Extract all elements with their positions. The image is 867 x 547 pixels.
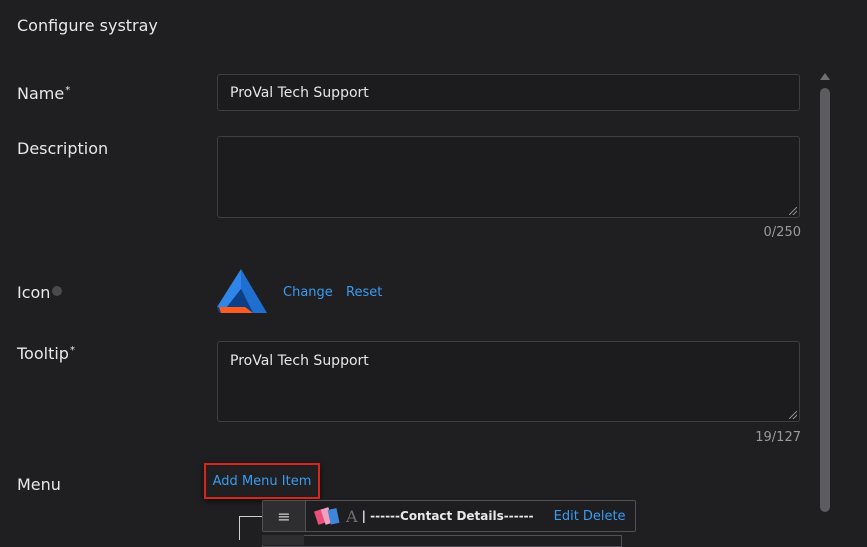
icon-change-link[interactable]: Change — [283, 285, 333, 300]
scrollbar[interactable] — [820, 88, 830, 512]
description-counter: 0/250 — [763, 225, 801, 240]
add-menu-item-button[interactable]: Add Menu Item — [204, 463, 320, 499]
icon-reset-link[interactable]: Reset — [346, 285, 382, 300]
menu-item-edit-link[interactable]: Edit — [554, 509, 579, 524]
text-format-icon: A — [346, 506, 358, 526]
description-label: Description — [17, 139, 109, 158]
resize-handle-icon[interactable] — [789, 411, 797, 419]
tree-connector — [239, 516, 240, 540]
name-input-value: ProVal Tech Support — [230, 85, 369, 101]
drag-handle-icon[interactable] — [262, 535, 304, 545]
menu-label: Menu — [17, 475, 61, 494]
tooltip-label-text: Tooltip — [17, 344, 69, 363]
required-mark: * — [69, 344, 75, 356]
menu-item-row-partial — [262, 535, 622, 547]
tree-connector — [239, 516, 262, 517]
menu-item-text: | ------Contact Details------ — [361, 509, 534, 523]
name-input[interactable]: ProVal Tech Support — [217, 74, 800, 111]
help-icon[interactable] — [52, 286, 63, 296]
description-textarea[interactable] — [217, 136, 800, 218]
name-label-text: Name — [17, 84, 65, 103]
required-mark: * — [65, 84, 71, 96]
page-title: Configure systray — [17, 16, 158, 35]
icon-label-text: Icon — [17, 283, 51, 302]
tooltip-value: ProVal Tech Support — [230, 353, 369, 369]
scroll-up-arrow-icon[interactable] — [820, 73, 830, 80]
menu-item-delete-link[interactable]: Delete — [583, 509, 626, 524]
resize-handle-icon[interactable] — [789, 207, 797, 215]
icon-label: Icon — [17, 283, 63, 302]
name-label: Name* — [17, 84, 70, 103]
tooltip-counter: 19/127 — [755, 430, 801, 445]
menu-item-row: ≡ A | ------Contact Details------ Edit D… — [262, 500, 636, 532]
tooltip-label: Tooltip* — [17, 344, 75, 363]
tooltip-textarea[interactable]: ProVal Tech Support — [217, 341, 800, 422]
drag-handle-icon[interactable]: ≡ — [263, 501, 306, 531]
books-icon — [314, 507, 340, 525]
proval-logo-icon — [217, 269, 267, 313]
